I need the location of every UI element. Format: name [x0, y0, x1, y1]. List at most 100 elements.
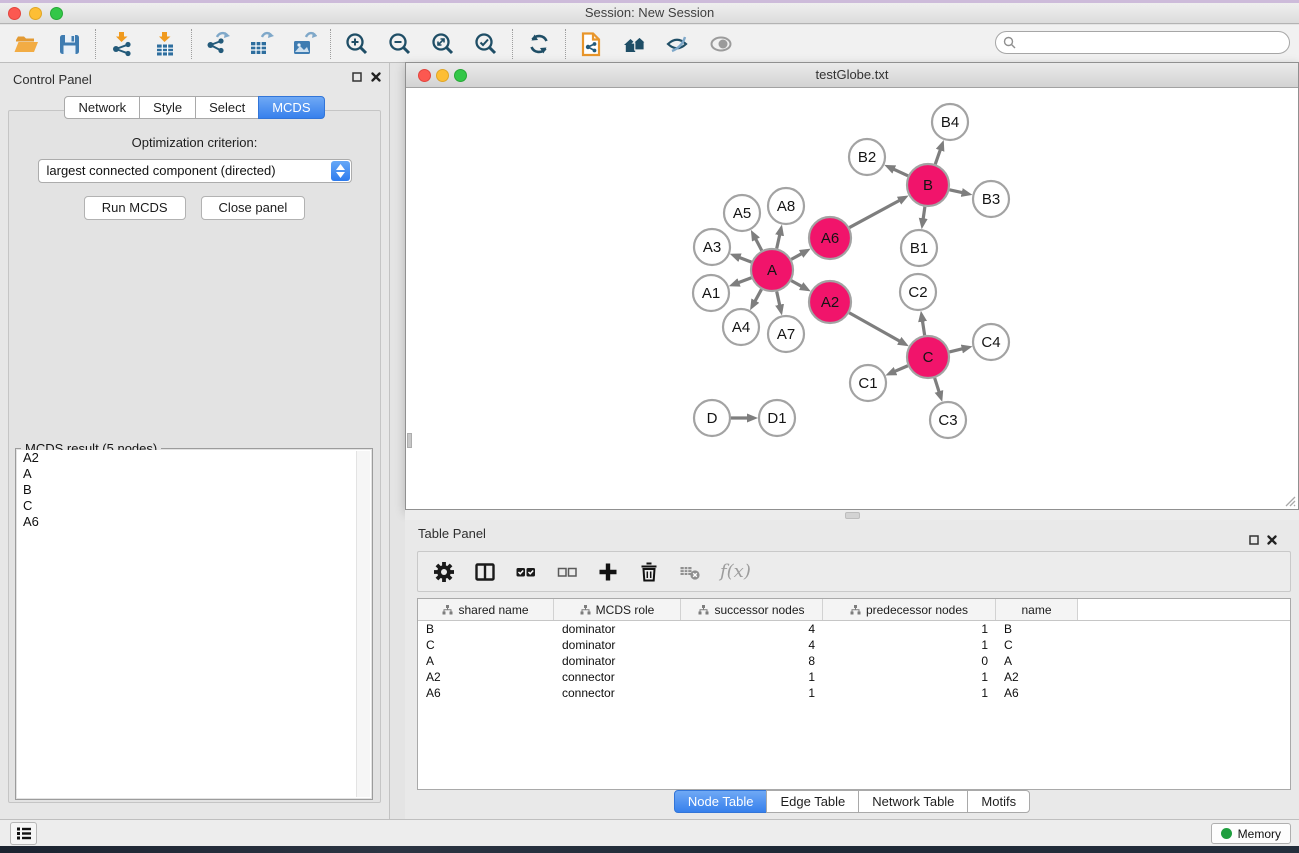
duplicate-network-icon[interactable] [579, 31, 605, 57]
export-table-icon[interactable] [248, 31, 274, 57]
task-history-button[interactable] [10, 822, 37, 845]
edge-C-C3[interactable] [935, 378, 940, 392]
graph-node-C2[interactable]: C2 [900, 274, 936, 310]
add-row-icon[interactable] [597, 561, 619, 583]
network-window-titlebar[interactable]: testGlobe.txt [406, 63, 1298, 88]
edge-A-A7[interactable] [777, 291, 780, 305]
tab-mcds[interactable]: MCDS [258, 96, 324, 119]
edge-C-C4[interactable] [949, 349, 962, 352]
mcds-result-item[interactable]: A6 [17, 514, 371, 530]
table-cell[interactable]: 4 [681, 621, 823, 637]
table-cell[interactable]: A2 [996, 669, 1078, 685]
table-cell[interactable]: dominator [554, 637, 681, 653]
table-cell[interactable]: A6 [418, 685, 554, 701]
table-cell[interactable]: 8 [681, 653, 823, 669]
settings-gear-icon[interactable] [433, 561, 455, 583]
table-cell[interactable]: 1 [823, 669, 996, 685]
graph-node-B2[interactable]: B2 [849, 139, 885, 175]
memory-button[interactable]: Memory [1211, 823, 1291, 844]
search-box[interactable] [995, 31, 1290, 54]
float-panel-icon[interactable] [1249, 535, 1259, 545]
tab-motifs[interactable]: Motifs [967, 790, 1030, 813]
graph-node-A6[interactable]: A6 [809, 217, 851, 259]
import-table-icon[interactable] [152, 31, 178, 57]
edge-A-A1[interactable] [738, 278, 751, 283]
edge-A-A8[interactable] [777, 234, 780, 248]
mcds-result-list[interactable]: A2ABCA6 [17, 450, 371, 798]
edge-A-A2[interactable] [791, 281, 802, 287]
preview-eye-icon[interactable] [708, 31, 734, 57]
resize-grip-icon[interactable] [1282, 493, 1296, 507]
table-row[interactable]: A6connector11A6 [418, 685, 1290, 701]
optimization-criterion-dropdown[interactable]: largest connected component (directed) [38, 159, 352, 183]
zoom-selected-icon[interactable] [473, 31, 499, 57]
delete-table-icon[interactable] [679, 561, 701, 583]
graph-node-A[interactable]: A [751, 249, 793, 291]
column-header-mcds-role[interactable]: MCDS role [554, 599, 681, 620]
network-canvas[interactable]: AA1A2A3A4A5A6A7A8BB1B2B3B4CC1C2C3C4DD1 [407, 89, 1297, 508]
edge-A6-B[interactable] [849, 200, 900, 227]
import-network-icon[interactable] [109, 31, 135, 57]
zoom-out-icon[interactable] [387, 31, 413, 57]
table-cell[interactable]: 1 [681, 685, 823, 701]
graph-node-C[interactable]: C [907, 336, 949, 378]
graph-node-D1[interactable]: D1 [759, 400, 795, 436]
graph-node-A7[interactable]: A7 [768, 316, 804, 352]
scrollbar-track[interactable] [356, 451, 370, 797]
table-cell[interactable]: B [418, 621, 554, 637]
table-row[interactable]: Bdominator41B [418, 621, 1290, 637]
delete-row-icon[interactable] [638, 561, 660, 583]
float-panel-icon[interactable] [352, 72, 362, 82]
column-header-name[interactable]: name [996, 599, 1078, 620]
graph-node-B4[interactable]: B4 [932, 104, 968, 140]
mcds-result-item[interactable]: A2 [17, 450, 371, 466]
graph-node-D[interactable]: D [694, 400, 730, 436]
graph-node-B3[interactable]: B3 [973, 181, 1009, 217]
minimize-network-window-button[interactable] [436, 69, 449, 82]
zoom-network-window-button[interactable] [454, 69, 467, 82]
export-image-icon[interactable] [291, 31, 317, 57]
close-panel-icon[interactable] [1267, 535, 1277, 545]
run-mcds-button[interactable]: Run MCDS [84, 196, 186, 220]
close-network-window-button[interactable] [418, 69, 431, 82]
table-cell[interactable]: 1 [823, 621, 996, 637]
mcds-result-item[interactable]: B [17, 482, 371, 498]
tab-edge-table[interactable]: Edge Table [766, 790, 859, 813]
close-panel-icon[interactable] [371, 72, 381, 82]
table-cell[interactable]: A [996, 653, 1078, 669]
open-session-icon[interactable] [13, 31, 39, 57]
graph-node-B1[interactable]: B1 [901, 230, 937, 266]
tab-network[interactable]: Network [64, 96, 140, 119]
table-cell[interactable]: 1 [823, 637, 996, 653]
show-columns-icon[interactable] [474, 561, 496, 583]
table-cell[interactable]: A6 [996, 685, 1078, 701]
table-cell[interactable]: 0 [823, 653, 996, 669]
edge-A-A4[interactable] [755, 289, 762, 301]
horizontal-splitter[interactable] [405, 510, 1299, 520]
table-cell[interactable]: C [996, 637, 1078, 653]
edge-B-B1[interactable] [923, 207, 925, 220]
edge-C-C2[interactable] [922, 321, 924, 336]
column-header-successor-nodes[interactable]: successor nodes [681, 599, 823, 620]
save-session-icon[interactable] [56, 31, 82, 57]
graph-node-C1[interactable]: C1 [850, 365, 886, 401]
graph-node-C4[interactable]: C4 [973, 324, 1009, 360]
edge-A2-C[interactable] [849, 313, 900, 342]
graph-node-C3[interactable]: C3 [930, 402, 966, 438]
table-row[interactable]: Adominator80A [418, 653, 1290, 669]
zoom-in-icon[interactable] [344, 31, 370, 57]
close-window-button[interactable] [8, 7, 21, 20]
graph-node-A5[interactable]: A5 [724, 195, 760, 231]
close-panel-button[interactable]: Close panel [201, 196, 306, 220]
export-network-icon[interactable] [205, 31, 231, 57]
column-header-predecessor-nodes[interactable]: predecessor nodes [823, 599, 996, 620]
table-cell[interactable]: connector [554, 669, 681, 685]
graph-node-A8[interactable]: A8 [768, 188, 804, 224]
graph-node-A3[interactable]: A3 [694, 229, 730, 265]
edge-C-C1[interactable] [895, 366, 908, 372]
tab-select[interactable]: Select [195, 96, 259, 119]
edge-A-A3[interactable] [739, 257, 751, 262]
graph-node-A4[interactable]: A4 [723, 309, 759, 345]
table-cell[interactable]: 1 [681, 669, 823, 685]
table-cell[interactable]: 4 [681, 637, 823, 653]
